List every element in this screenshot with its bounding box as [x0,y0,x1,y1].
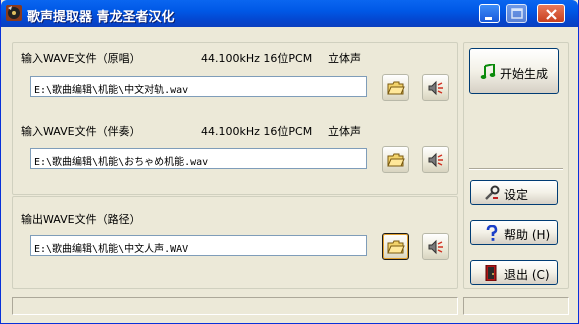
original-channels-text: 立体声 [328,52,361,65]
help-button[interactable]: 帮助 (H) [470,220,558,245]
exit-door-icon [485,265,497,281]
original-browse-button[interactable] [382,74,409,101]
output-browse-button[interactable] [382,233,409,260]
music-note-icon [480,64,496,79]
main-window: 歌声提取器 青龙圣者汉化 输入WAVE文件（原唱） 44.100kHz 16位P… [0,0,579,324]
folder-icon [387,81,405,95]
minimize-icon [485,17,492,20]
output-path-field[interactable]: E:\歌曲编辑\机能\中文人声.WAV [30,235,367,256]
accompaniment-path-field[interactable]: E:\歌曲编辑\机能\おちゃめ机能.wav [30,148,367,169]
accompaniment-browse-button[interactable] [382,146,409,173]
folder-icon [387,153,405,167]
folder-icon [387,240,405,254]
close-icon [546,9,557,20]
generate-button-label: 开始生成 [500,67,549,81]
minimize-button[interactable] [479,4,500,23]
help-button-label: 帮助 (H) [504,228,551,242]
exit-button-label: 退出 (C) [504,268,550,282]
record-icon[interactable] [6,5,22,21]
original-play-button[interactable] [422,74,449,101]
accompaniment-file-label: 输入WAVE文件（伴奏） [21,125,141,138]
original-file-label: 输入WAVE文件（原唱） [21,52,141,65]
window-title: 歌声提取器 青龙圣者汉化 [27,10,175,25]
speaker-icon [428,152,443,168]
accompaniment-channels-text: 立体声 [328,125,361,138]
generate-button[interactable]: 开始生成 [469,48,559,94]
maximize-icon [511,8,523,19]
speaker-icon [428,239,443,255]
original-path-field[interactable]: E:\歌曲编辑\机能\中文对轨.wav [30,76,367,97]
status-bar-main [12,297,458,315]
close-button[interactable] [537,4,565,23]
question-icon [486,225,498,241]
original-format-text: 44.100kHz 16位PCM [201,52,313,65]
title-bar[interactable]: 歌声提取器 青龙圣者汉化 [1,0,578,27]
output-play-button[interactable] [422,233,449,260]
speaker-icon [428,80,443,96]
settings-button-label: 设定 [504,188,529,202]
output-file-label: 输出WAVE文件（路径） [21,213,141,226]
status-bar-side [463,297,569,315]
exit-button[interactable]: 退出 (C) [470,260,558,285]
command-separator [469,168,563,170]
accompaniment-format-text: 44.100kHz 16位PCM [201,125,313,138]
settings-button[interactable]: 设定 [470,180,558,205]
maximize-button[interactable] [506,4,527,23]
accompaniment-play-button[interactable] [422,146,449,173]
tools-icon [485,185,500,200]
